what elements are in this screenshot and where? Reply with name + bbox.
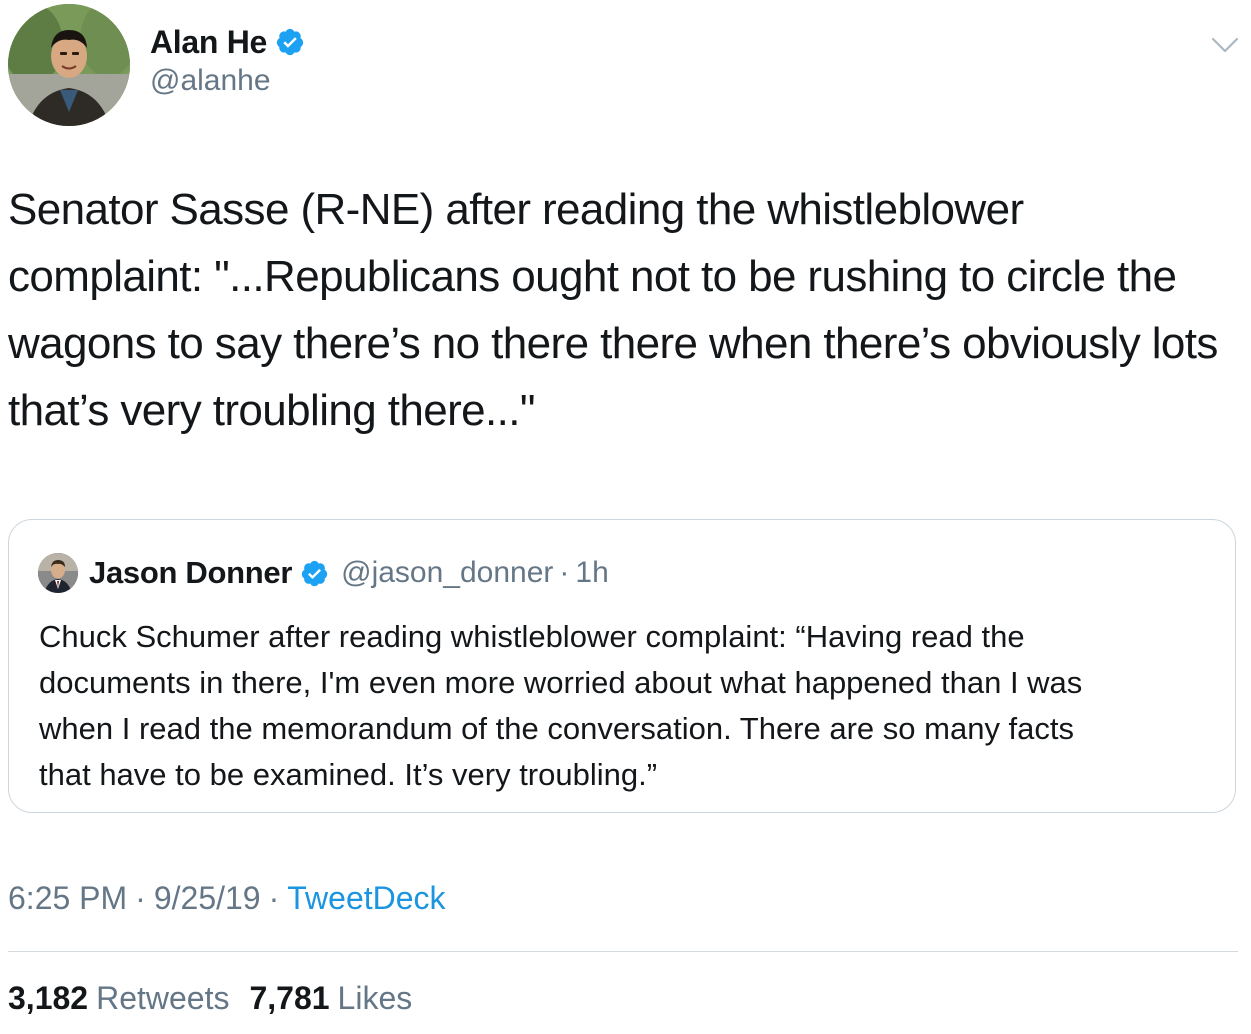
chevron-down-icon[interactable] <box>1210 34 1240 56</box>
meta-separator: · <box>268 879 280 916</box>
author-avatar[interactable] <box>8 4 130 126</box>
quoted-tweet-text: Chuck Schumer after reading whistleblowe… <box>39 619 1083 792</box>
quoted-author-avatar <box>38 553 78 593</box>
likes-count[interactable]: 7,781 <box>249 980 329 1017</box>
quoted-author-name[interactable]: Jason Donner <box>89 555 292 591</box>
tweet-stats: 3,182 Retweets 7,781 Likes <box>8 976 412 1020</box>
meta-separator: · <box>135 879 146 916</box>
author-handle[interactable]: @alanhe <box>150 64 271 98</box>
quoted-avatar-photo <box>38 553 78 593</box>
avatar-photo <box>8 4 130 126</box>
retweets-count[interactable]: 3,182 <box>8 980 88 1017</box>
tweet-time[interactable]: 6:25 PM <box>8 880 127 917</box>
quoted-tweet[interactable]: Jason Donner @jason_donner · 1h Chuck Sc… <box>8 519 1236 813</box>
tweet-card: Alan He @alanhe Senator Sasse (R-NE) aft… <box>0 0 1251 1034</box>
author-name[interactable]: Alan He <box>150 24 267 61</box>
tweet-date[interactable]: 9/25/19 <box>154 880 261 917</box>
likes-label[interactable]: Likes <box>338 980 413 1017</box>
retweets-label[interactable]: Retweets <box>96 980 229 1017</box>
quoted-header: Jason Donner @jason_donner · 1h <box>89 553 609 593</box>
quoted-author-handle[interactable]: @jason_donner <box>341 556 553 590</box>
tweet-meta: 6:25 PM · 9/25/19 · TweetDeck <box>8 876 446 920</box>
verified-badge-icon <box>276 28 304 56</box>
verified-badge-icon <box>301 560 328 586</box>
author-name-row[interactable]: Alan He <box>150 22 305 62</box>
divider <box>8 951 1238 952</box>
tweet-text: Senator Sasse (R-NE) after reading the w… <box>8 185 1218 435</box>
tweet-source-link[interactable]: TweetDeck <box>287 880 445 917</box>
quoted-timestamp[interactable]: 1h <box>575 556 608 590</box>
quoted-separator: · <box>559 556 570 589</box>
